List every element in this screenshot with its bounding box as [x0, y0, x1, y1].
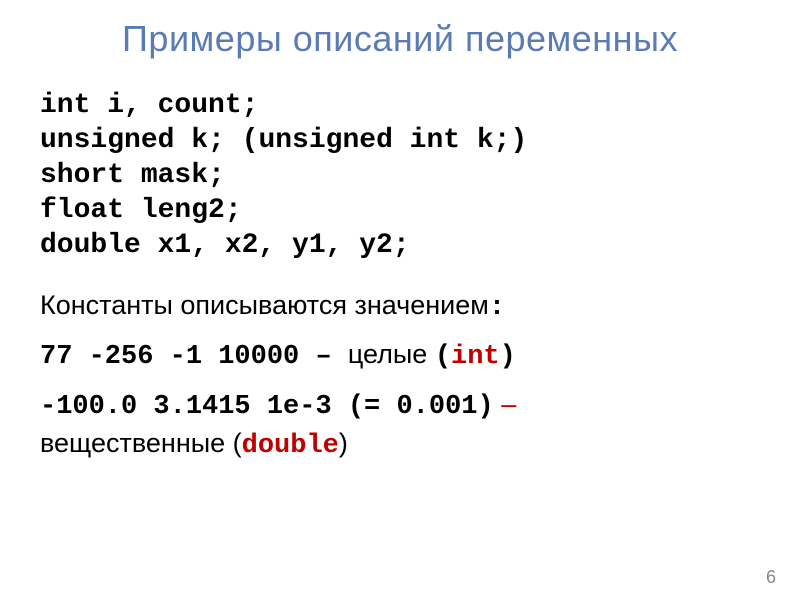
page-number: 6	[766, 567, 776, 588]
int-dash: –	[315, 342, 347, 372]
code-line-2b: (unsigned int k;)	[242, 125, 528, 156]
double-type: double	[242, 431, 339, 461]
double-numbers: -100.0 3.1415 1e-3 (= 0.001)	[40, 392, 494, 422]
code-line-3: short mask;	[40, 158, 760, 193]
slide-title: Примеры описаний переменных	[40, 18, 760, 60]
int-numbers: 77 -256 -1 10000	[40, 342, 315, 372]
code-line-4: float leng2;	[40, 193, 760, 228]
double-constants-line: -100.0 3.1415 1e-3 (= 0.001) – веществен…	[40, 386, 760, 465]
int-constants-line: 77 -256 -1 10000 – целые (int)	[40, 336, 760, 375]
constants-intro-text: Константы описываются значением	[40, 290, 489, 320]
code-line-2a: unsigned k;	[40, 125, 242, 156]
int-type: int	[451, 342, 500, 372]
slide-container: Примеры описаний переменных int i, count…	[0, 0, 800, 600]
double-paren-open: (	[233, 428, 242, 458]
constants-intro: Константы описываются значением:	[40, 287, 760, 326]
double-paren-close: )	[339, 428, 348, 458]
int-paren-open: (	[435, 342, 451, 372]
code-block: int i, count; unsigned k; (unsigned int …	[40, 88, 760, 263]
code-line-2: unsigned k; (unsigned int k;)	[40, 123, 760, 158]
int-label: целые	[348, 339, 435, 369]
code-line-5: double x1, x2, y1, y2;	[40, 228, 760, 263]
code-line-1: int i, count;	[40, 88, 760, 123]
constants-intro-colon: :	[489, 293, 505, 323]
double-dash: –	[494, 389, 517, 419]
int-paren-close: )	[500, 342, 516, 372]
double-label: вещественные	[40, 428, 233, 458]
